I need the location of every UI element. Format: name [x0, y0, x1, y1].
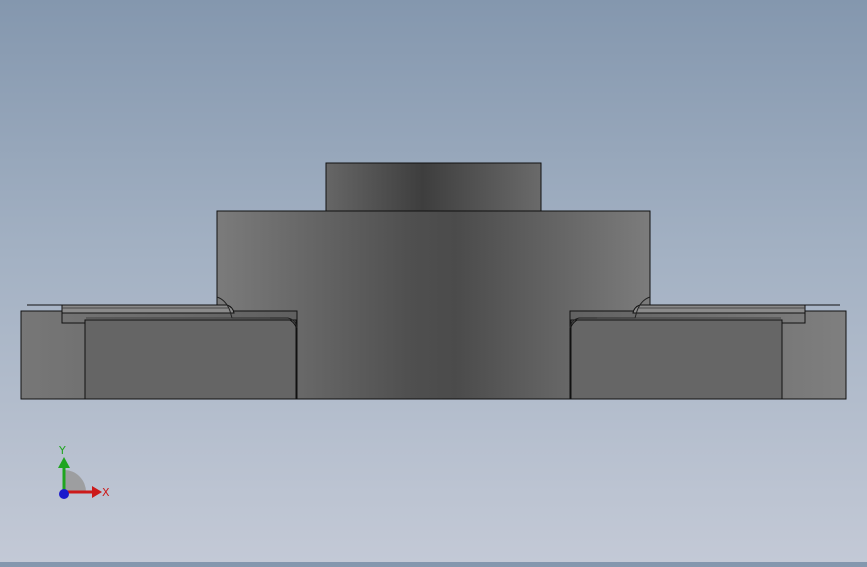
z-axis-dot: [59, 489, 69, 499]
part-model-view[interactable]: [0, 0, 867, 562]
right-flange[interactable]: [569, 296, 847, 400]
graphics-viewport[interactable]: Y X: [0, 0, 867, 562]
left-flange[interactable]: [20, 296, 298, 400]
x-arrow-icon: [92, 486, 102, 498]
triad-arc: [64, 470, 86, 492]
y-arrow-icon: [58, 457, 70, 468]
x-axis-label: X: [102, 486, 110, 499]
y-axis-label: Y: [58, 444, 66, 457]
top-boss[interactable]: [325, 162, 542, 213]
view-orientation-triad: Y X: [58, 444, 110, 499]
